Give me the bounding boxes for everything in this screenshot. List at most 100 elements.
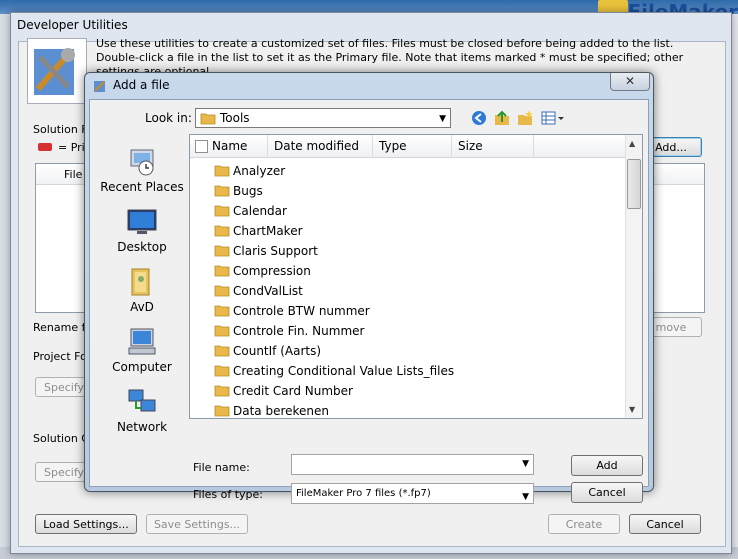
folder-icon [214, 303, 230, 317]
new-folder-icon[interactable] [516, 109, 534, 127]
back-icon[interactable] [470, 109, 488, 127]
dialog-cancel-button[interactable]: Cancel [571, 482, 643, 503]
column-divider[interactable] [451, 135, 452, 157]
file-list-item[interactable]: Bugs [214, 181, 614, 201]
look-in-label: Look in: [145, 111, 192, 125]
close-icon[interactable]: ✕ [610, 73, 650, 91]
solution-files-label: Solution Fi [33, 123, 90, 136]
view-menu-icon[interactable] [540, 109, 566, 127]
scroll-up-icon[interactable]: ▲ [629, 139, 635, 148]
create-button[interactable]: Create [548, 514, 620, 534]
project-folder-label: Project Fo [33, 350, 87, 363]
developer-tools-icon [27, 38, 87, 104]
recent-places-icon [125, 146, 159, 178]
file-name: CondValList [233, 284, 303, 298]
place-network[interactable]: Network [96, 386, 188, 434]
file-name: Creating Conditional Value Lists_files [233, 364, 455, 378]
file-name-input[interactable]: ▼ [291, 454, 534, 475]
file-name: Bugs [233, 184, 263, 198]
add-button[interactable]: Add [571, 455, 643, 476]
file-list-item[interactable]: CountIf (Aarts) [214, 341, 614, 361]
folder-icon [214, 203, 230, 217]
file-name: Controle Fin. Nummer [233, 324, 365, 338]
files-of-type-label: Files of type: [193, 488, 264, 501]
column-size[interactable]: Size [458, 139, 483, 153]
column-divider[interactable] [533, 135, 534, 157]
computer-icon [125, 326, 159, 358]
look-in-value: Tools [220, 111, 250, 125]
file-rows: Analyzer Bugs Calendar ChartMaker Claris Sup… [214, 161, 614, 418]
column-divider[interactable] [372, 135, 373, 157]
place-label: Recent Places [100, 180, 184, 194]
place-label: Network [116, 420, 168, 434]
solution-options-label: Solution O [33, 432, 90, 445]
file-name: Credit Card Number [233, 384, 353, 398]
file-list-item[interactable]: Controle Fin. Nummer [214, 321, 614, 341]
network-icon [125, 386, 159, 418]
files-of-type-value: FileMaker Pro 7 files (*.fp7) [296, 488, 431, 499]
place-avd[interactable]: AvD [96, 266, 188, 314]
primary-marker-icon [38, 143, 52, 151]
scroll-down-icon[interactable]: ▼ [629, 405, 635, 414]
chevron-down-icon[interactable]: ▼ [522, 488, 529, 503]
folder-icon [214, 223, 230, 237]
file-list-item[interactable]: Creating Conditional Value Lists_files [214, 361, 614, 381]
file-name: ChartMaker [233, 224, 303, 238]
file-name: Analyzer [233, 164, 286, 178]
look-in-dropdown[interactable]: Tools ▼ [195, 108, 451, 128]
places-bar: Recent Places Desktop AvD Computer Netwo… [96, 134, 188, 434]
window-title: Developer Utilities [17, 18, 128, 32]
save-settings-button[interactable]: Save Settings... [146, 514, 248, 534]
file-list-item[interactable]: CondValList [214, 281, 614, 301]
file-list-item[interactable]: Calendar [214, 201, 614, 221]
file-list-item[interactable]: Credit Card Number [214, 381, 614, 401]
up-folder-icon[interactable] [493, 109, 511, 127]
folder-icon [200, 111, 216, 128]
file-list-item[interactable]: Analyzer [214, 161, 614, 181]
folder-icon [214, 383, 230, 397]
place-label: Desktop [117, 240, 167, 254]
column-type[interactable]: Type [379, 139, 407, 153]
select-all-checkbox[interactable] [195, 140, 208, 153]
file-name: Controle BTW nummer [233, 304, 370, 318]
file-name: Compression [233, 264, 311, 278]
place-desktop[interactable]: Desktop [96, 206, 188, 254]
desktop-icon [125, 206, 159, 238]
add-file-dialog: Add a file ✕ Look in: Tools ▼ Recent Pla… [84, 72, 654, 504]
vertical-scrollbar[interactable]: ▲ ▼ [625, 135, 642, 418]
column-name[interactable]: Name [212, 139, 247, 153]
dialog-title: Add a file [113, 78, 170, 92]
dialog-app-icon [93, 79, 107, 93]
folder-icon [214, 163, 230, 177]
file-list[interactable]: Name Date modified Type Size Analyzer Bug… [189, 134, 643, 419]
folder-icon [214, 363, 230, 377]
column-divider[interactable] [267, 135, 268, 157]
folder-icon [214, 263, 230, 277]
file-column-header[interactable]: File [64, 168, 82, 181]
file-name-label: File name: [193, 461, 250, 474]
folder-icon [214, 403, 230, 417]
file-list-item[interactable]: Data berekenen [214, 401, 614, 418]
folder-icon [214, 243, 230, 257]
file-name: Calendar [233, 204, 287, 218]
folder-icon [214, 343, 230, 357]
folder-icon [214, 283, 230, 297]
files-of-type-select[interactable]: FileMaker Pro 7 files (*.fp7) ▼ [291, 483, 534, 504]
chevron-down-icon[interactable]: ▼ [522, 459, 529, 469]
primary-legend: = Pri [58, 141, 85, 154]
folder-icon [214, 183, 230, 197]
scrollbar-thumb[interactable] [627, 159, 641, 209]
file-list-item[interactable]: ChartMaker [214, 221, 614, 241]
file-name: CountIf (Aarts) [233, 344, 322, 358]
cancel-button[interactable]: Cancel [629, 514, 701, 534]
column-date-modified[interactable]: Date modified [274, 139, 359, 153]
load-settings-button[interactable]: Load Settings... [35, 514, 137, 534]
file-list-item[interactable]: Claris Support [214, 241, 614, 261]
place-computer[interactable]: Computer [96, 326, 188, 374]
place-recent-places[interactable]: Recent Places [96, 146, 188, 194]
file-list-item[interactable]: Controle BTW nummer [214, 301, 614, 321]
user-folder-icon [125, 266, 159, 298]
file-list-item[interactable]: Compression [214, 261, 614, 281]
rename-label: Rename fi [33, 321, 89, 334]
chevron-down-icon: ▼ [439, 114, 446, 124]
